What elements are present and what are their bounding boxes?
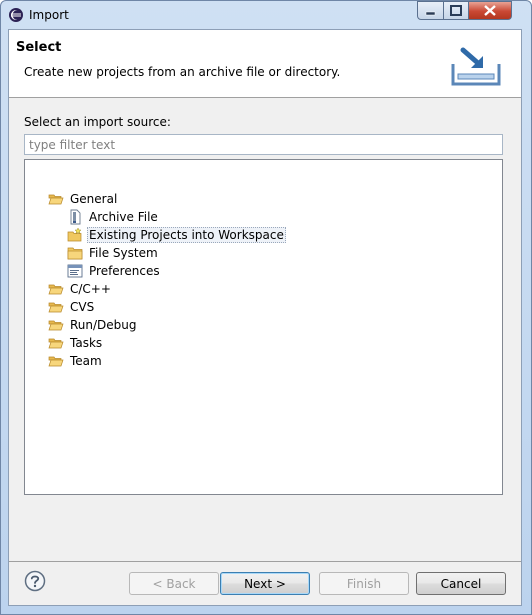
tree-node-preferences[interactable]: Preferences bbox=[67, 262, 162, 280]
page-description: Create new projects from an archive file… bbox=[24, 65, 341, 79]
help-icon[interactable] bbox=[24, 570, 46, 592]
tree-node-label: Team bbox=[70, 354, 102, 368]
minimize-icon bbox=[425, 11, 436, 16]
tree-node-general[interactable]: General bbox=[48, 190, 119, 208]
maximize-icon bbox=[450, 5, 462, 16]
title-bar[interactable]: Import bbox=[1, 1, 531, 29]
maximize-button[interactable] bbox=[443, 1, 469, 20]
tree-node-run-debug[interactable]: Run/Debug bbox=[48, 316, 139, 334]
tree-node-cvs[interactable]: CVS bbox=[48, 298, 96, 316]
folder-open-icon bbox=[48, 194, 64, 205]
import-banner-icon bbox=[451, 47, 501, 86]
tree-node-label: Existing Projects into Workspace bbox=[87, 227, 286, 243]
filter-input[interactable] bbox=[24, 134, 503, 155]
back-button[interactable]: < Back bbox=[129, 572, 219, 595]
minimize-button[interactable] bbox=[417, 1, 444, 20]
cancel-button[interactable]: Cancel bbox=[416, 572, 506, 595]
tree-node-label: Run/Debug bbox=[70, 318, 137, 332]
finish-button[interactable]: Finish bbox=[319, 572, 409, 595]
folder-closed-icon bbox=[48, 302, 64, 313]
tree-node-tasks[interactable]: Tasks bbox=[48, 334, 104, 352]
tree-node-label: Tasks bbox=[70, 336, 103, 350]
tree-node-team[interactable]: Team bbox=[48, 352, 104, 370]
tree-node-file-system[interactable]: File System bbox=[67, 244, 160, 262]
close-button[interactable] bbox=[468, 1, 512, 20]
preferences-icon bbox=[67, 264, 83, 278]
folder-closed-icon bbox=[48, 338, 64, 349]
import-source-tree[interactable]: General Archive File Existing Projects i… bbox=[24, 159, 503, 495]
window-title: Import bbox=[29, 8, 69, 22]
page-title: Select bbox=[16, 40, 62, 55]
tree-node-existing-projects[interactable]: Existing Projects into Workspace bbox=[67, 226, 286, 244]
import-source-label: Select an import source: bbox=[24, 115, 171, 129]
wizard-header: Select Create new projects from an archi… bbox=[9, 30, 521, 98]
tree-node-archive-file[interactable]: Archive File bbox=[67, 208, 160, 226]
eclipse-app-icon bbox=[9, 8, 23, 22]
tree-node-cpp[interactable]: C/C++ bbox=[48, 280, 113, 298]
import-dialog-window: Import Select Create new projects from a… bbox=[0, 0, 532, 615]
folder-icon bbox=[67, 247, 83, 260]
tree-node-label: File System bbox=[89, 246, 158, 260]
existing-projects-icon bbox=[67, 227, 82, 242]
tree-node-label: Archive File bbox=[89, 210, 158, 224]
folder-closed-icon bbox=[48, 356, 64, 367]
tree-node-label: CVS bbox=[70, 300, 95, 314]
folder-closed-icon bbox=[48, 320, 64, 331]
close-icon bbox=[484, 5, 496, 16]
archive-file-icon bbox=[70, 209, 81, 225]
dialog-body: Select Create new projects from an archi… bbox=[8, 29, 522, 606]
tree-node-label: C/C++ bbox=[70, 282, 111, 296]
button-bar-separator bbox=[9, 561, 521, 562]
tree-node-label: General bbox=[70, 192, 118, 206]
next-button[interactable]: Next > bbox=[220, 572, 310, 595]
folder-closed-icon bbox=[48, 284, 64, 295]
tree-node-label: Preferences bbox=[89, 264, 160, 278]
